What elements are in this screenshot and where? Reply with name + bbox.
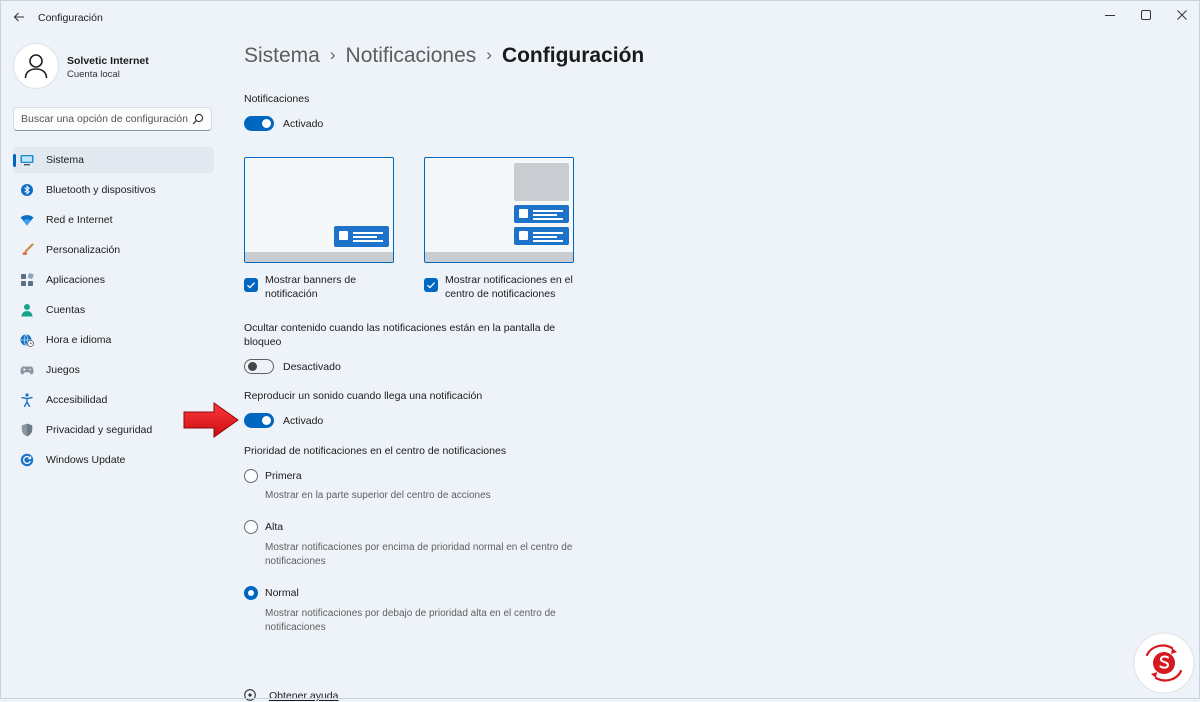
show-banners-checkbox[interactable]	[244, 278, 258, 292]
wifi-icon	[20, 213, 34, 227]
priority-alta-description: Mostrar notificaciones por encima de pri…	[265, 542, 573, 567]
sidebar-item-hora[interactable]: Hora e idioma	[13, 327, 214, 353]
hide-content-label: Ocultar contenido cuando las notificacio…	[244, 322, 556, 348]
notification-banner-illustration	[334, 226, 389, 247]
back-button[interactable]	[8, 8, 30, 28]
sound-toggle-state: Activado	[283, 415, 324, 427]
page-title: Configuración	[501, 44, 645, 67]
priority-primera-label: Primera	[265, 470, 302, 482]
sidebar-item-sistema[interactable]: Sistema	[13, 147, 214, 173]
maximize-button[interactable]	[1128, 0, 1164, 30]
sidebar-item-personalizacion[interactable]: Personalización	[13, 237, 214, 263]
priority-normal-radio[interactable]	[244, 586, 258, 600]
title-bar: Configuración	[0, 0, 1200, 36]
taskbar-illustration	[245, 252, 393, 262]
person-icon	[24, 54, 48, 79]
priority-label: Prioridad de notificaciones en el centro…	[244, 445, 507, 457]
globe-clock-icon	[20, 333, 34, 347]
close-button[interactable]	[1164, 0, 1200, 30]
notifications-toggle-state: Activado	[283, 118, 324, 130]
sidebar-item-bluetooth[interactable]: Bluetooth y dispositivos	[13, 177, 214, 203]
shield-icon	[20, 423, 34, 437]
sidebar-item-label: Privacidad y seguridad	[46, 424, 153, 436]
checkmark-icon	[427, 282, 436, 289]
apps-icon	[20, 273, 34, 287]
arrow-left-icon	[13, 12, 24, 22]
sound-label: Reproducir un sonido cuando llega una no…	[244, 390, 483, 402]
monitor-icon	[20, 153, 34, 167]
breadcrumb: Sistema › Notificaciones › Configuración	[244, 44, 644, 68]
accessibility-icon	[20, 393, 34, 407]
breadcrumb-link-sistema[interactable]: Sistema	[244, 44, 320, 67]
breadcrumb-separator: ›	[329, 45, 336, 64]
sidebar-item-label: Aplicaciones	[46, 274, 105, 286]
sidebar-item-label: Red e Internet	[46, 214, 113, 226]
checkmark-icon	[247, 282, 256, 289]
solvetic-logo-icon	[1133, 632, 1195, 694]
window-controls	[1092, 0, 1200, 30]
show-in-center-label: Mostrar notificaciones en el centro de n…	[445, 274, 573, 300]
sidebar-item-label: Hora e idioma	[46, 334, 112, 346]
maximize-icon	[1141, 10, 1151, 20]
notification-card-illustration	[514, 205, 569, 223]
update-icon	[20, 453, 34, 467]
sidebar-item-juegos[interactable]: Juegos	[13, 357, 214, 383]
sidebar-item-windows-update[interactable]: Windows Update	[13, 447, 214, 473]
search-box	[13, 107, 212, 131]
minimize-icon	[1105, 15, 1115, 16]
person-icon	[20, 303, 34, 317]
sidebar-item-red[interactable]: Red e Internet	[13, 207, 214, 233]
help-icon	[244, 689, 256, 701]
hide-content-toggle-state: Desactivado	[283, 361, 341, 373]
avatar[interactable]	[13, 43, 59, 89]
account-type: Cuenta local	[67, 69, 120, 80]
hide-content-toggle[interactable]	[244, 359, 274, 374]
bluetooth-icon	[20, 183, 34, 197]
sidebar-item-label: Sistema	[46, 154, 84, 166]
get-help-link[interactable]: Obtener ayuda	[269, 690, 338, 702]
brush-icon	[20, 243, 34, 257]
sidebar-item-cuentas[interactable]: Cuentas	[13, 297, 214, 323]
priority-primera-radio[interactable]	[244, 469, 258, 483]
red-arrow-icon	[183, 402, 239, 438]
priority-primera-description: Mostrar en la parte superior del centro …	[265, 490, 491, 501]
show-banners-label: Mostrar banners de notificación	[265, 274, 357, 300]
priority-normal-label: Normal	[265, 587, 299, 599]
minimize-button[interactable]	[1092, 0, 1128, 30]
sound-toggle[interactable]	[244, 413, 274, 428]
notifications-label: Notificaciones	[244, 93, 310, 105]
sidebar-item-label: Juegos	[46, 364, 80, 376]
banner-preview[interactable]	[244, 157, 394, 263]
notification-center-preview[interactable]	[424, 157, 574, 263]
sidebar-item-label: Bluetooth y dispositivos	[46, 184, 156, 196]
sidebar-item-aplicaciones[interactable]: Aplicaciones	[13, 267, 214, 293]
app-title: Configuración	[38, 12, 103, 24]
sidebar-item-label: Accesibilidad	[46, 394, 108, 406]
breadcrumb-link-notificaciones[interactable]: Notificaciones	[346, 44, 477, 67]
notifications-toggle[interactable]	[244, 116, 274, 131]
priority-alta-radio[interactable]	[244, 520, 258, 534]
search-input[interactable]	[21, 108, 191, 130]
sidebar-item-label: Windows Update	[46, 454, 126, 466]
priority-alta-label: Alta	[265, 521, 284, 533]
gamepad-icon	[20, 363, 34, 377]
notification-center-panel-illustration	[514, 163, 569, 201]
search-icon[interactable]	[192, 113, 204, 125]
sidebar-item-label: Cuentas	[46, 304, 86, 316]
close-icon	[1177, 10, 1187, 20]
show-in-center-checkbox[interactable]	[424, 278, 438, 292]
priority-normal-description: Mostrar notificaciones por debajo de pri…	[265, 608, 556, 633]
user-name: Solvetic Internet	[67, 55, 149, 67]
sidebar-item-label: Personalización	[46, 244, 121, 256]
notification-card-illustration	[514, 227, 569, 245]
taskbar-illustration	[425, 252, 573, 262]
breadcrumb-separator: ›	[486, 45, 492, 64]
